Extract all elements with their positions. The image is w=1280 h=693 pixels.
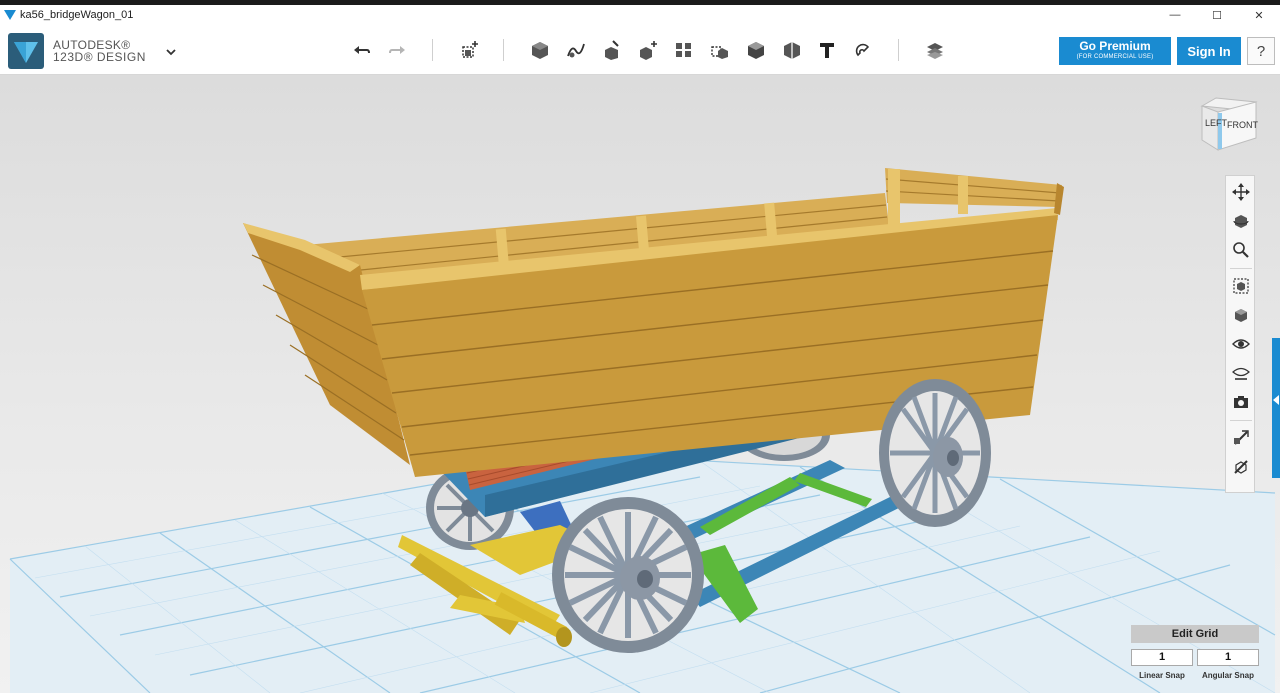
grouping-button[interactable] [670, 36, 698, 64]
materials-visibility-button[interactable] [1229, 361, 1253, 385]
camera-button[interactable] [1229, 390, 1253, 414]
redo-button[interactable] [383, 36, 411, 64]
scene-canvas [9, 168, 1276, 693]
grid-snap-icon [1234, 430, 1249, 445]
measure-icon [784, 42, 800, 59]
autodesk-logo-icon [8, 33, 44, 69]
minimize-button[interactable]: — [1154, 5, 1196, 25]
layers-icon [927, 43, 943, 59]
camera-icon [1234, 396, 1248, 408]
pattern-button[interactable] [634, 36, 662, 64]
go-premium-button[interactable]: Go Premium (FOR COMMERCIAL USE) [1059, 37, 1171, 65]
edit-grid-panel: Edit Grid 1 1 Linear Snap Angular Snap [1131, 625, 1259, 683]
close-button[interactable]: ✕ [1238, 5, 1280, 25]
measure-button[interactable] [778, 36, 806, 64]
undo-icon [354, 46, 370, 54]
fit-button[interactable] [1229, 274, 1253, 298]
snap-button[interactable] [706, 36, 734, 64]
angular-snap-label: Angular Snap [1201, 671, 1254, 680]
construct-icon [567, 43, 585, 58]
snap-icon [711, 46, 728, 59]
go-premium-sublabel: (FOR COMMERCIAL USE) [1076, 54, 1154, 60]
navigation-bar [1225, 175, 1255, 493]
linear-snap-label: Linear Snap [1139, 671, 1185, 680]
front-right-wheel [879, 379, 991, 527]
redo-icon [389, 46, 405, 54]
app-menu[interactable]: AUTODESK® 123D® DESIGN [8, 33, 146, 69]
orbit-button[interactable] [1229, 209, 1253, 233]
chevron-left-icon [1273, 395, 1279, 405]
pan-button[interactable] [1229, 180, 1253, 204]
material-icon [855, 43, 870, 57]
outline-button[interactable] [1229, 455, 1253, 479]
main-toolbar: AUTODESK® 123D® DESIGN Go Premium (FOR C… [0, 25, 1280, 75]
front-left-wheel [552, 497, 704, 653]
orbit-icon [1233, 215, 1249, 228]
primitives-icon [462, 41, 478, 58]
help-button[interactable]: ? [1247, 37, 1275, 65]
zoom-button[interactable] [1229, 238, 1253, 262]
perspective-button[interactable] [1229, 303, 1253, 327]
materials-visibility-icon [1232, 367, 1250, 380]
visibility-button[interactable] [1229, 332, 1253, 356]
material-button[interactable] [849, 36, 877, 64]
go-premium-label: Go Premium [1079, 39, 1151, 53]
modify-button[interactable] [598, 36, 626, 64]
viewcube-left-label: LEFT [1205, 118, 1228, 128]
3d-viewport[interactable]: LEFT FRONT Edit Grid 1 1 Linear Snap Ang… [0, 75, 1280, 693]
side-panel-tab[interactable] [1272, 338, 1280, 478]
window-title: ka56_bridgeWagon_01 [20, 9, 134, 21]
edit-grid-button[interactable]: Edit Grid [1131, 625, 1259, 643]
sketch-button[interactable] [526, 36, 554, 64]
brand-line-2: 123D® DESIGN [53, 50, 146, 64]
fit-icon [1233, 278, 1249, 294]
perspective-icon [1235, 309, 1247, 322]
layers-button[interactable] [921, 36, 949, 64]
angular-snap-field[interactable]: 1 [1197, 649, 1259, 666]
title-bar: ka56_bridgeWagon_01 — ☐ ✕ [0, 0, 1280, 25]
primitives-button[interactable] [456, 36, 484, 64]
view-cube[interactable]: LEFT FRONT [1198, 94, 1258, 154]
modify-icon [605, 40, 619, 60]
chevron-down-icon[interactable] [164, 47, 178, 57]
sketch-icon [532, 42, 548, 59]
app-logo-icon [4, 10, 16, 20]
outline-icon [1234, 460, 1248, 474]
grid-snap-button[interactable] [1229, 426, 1253, 450]
grouping-icon [676, 43, 691, 57]
pan-icon [1232, 183, 1250, 201]
undo-button[interactable] [348, 36, 376, 64]
zoom-icon [1233, 242, 1249, 258]
text-button[interactable] [813, 36, 841, 64]
sign-in-button[interactable]: Sign In [1177, 37, 1241, 65]
linear-snap-field[interactable]: 1 [1131, 649, 1193, 666]
construct-button[interactable] [562, 36, 590, 64]
visibility-icon [1232, 339, 1250, 349]
maximize-button[interactable]: ☐ [1196, 5, 1238, 25]
text-icon [820, 43, 834, 58]
pattern-icon [640, 41, 657, 60]
combine-button[interactable] [742, 36, 770, 64]
combine-icon [748, 42, 764, 59]
viewcube-front-label: FRONT [1227, 120, 1258, 130]
